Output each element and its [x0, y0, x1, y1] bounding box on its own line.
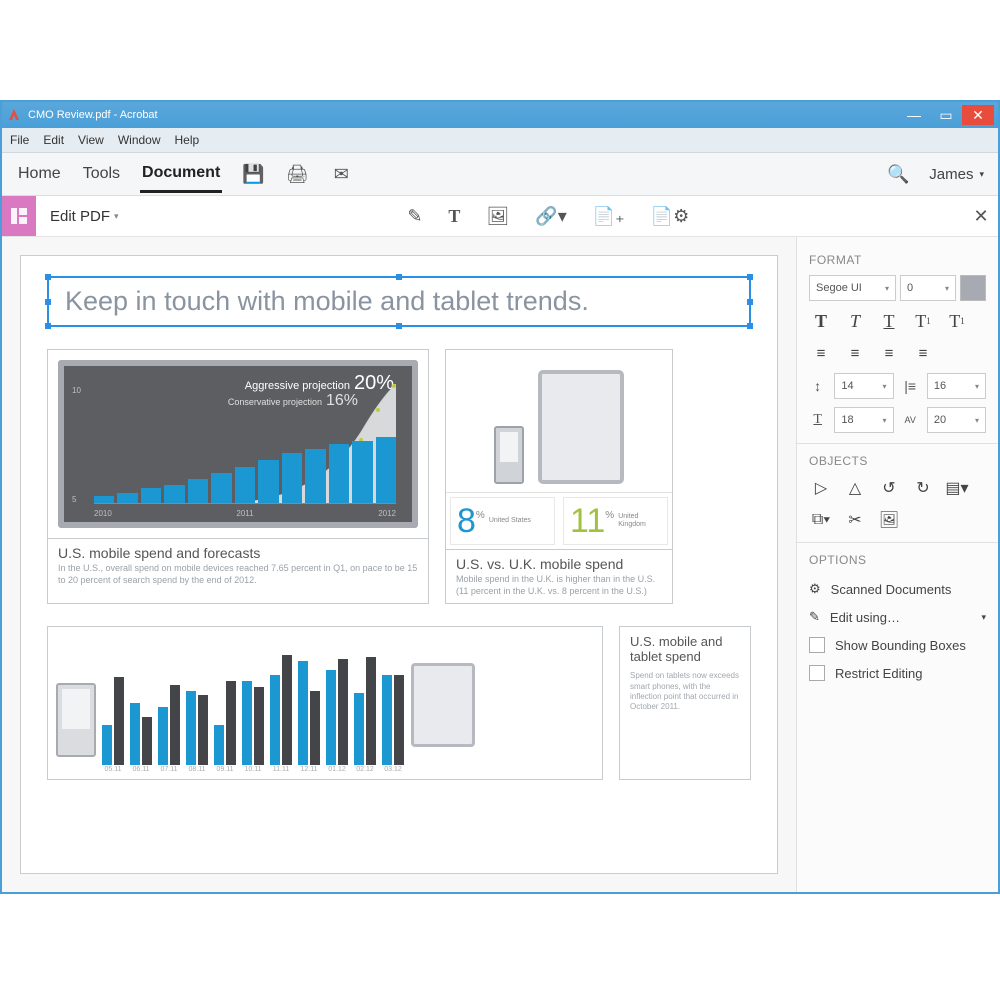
menubar: File Edit View Window Help	[2, 128, 998, 153]
align-justify-button[interactable]: ≡	[911, 341, 935, 365]
checkbox-icon[interactable]	[809, 637, 825, 653]
tab-tools[interactable]: Tools	[81, 157, 122, 191]
flip-vertical-button[interactable]: ▷	[809, 476, 833, 500]
add-image-icon[interactable]: 🖼	[486, 206, 509, 227]
mail-icon[interactable]: ✉	[328, 164, 354, 185]
align-left-button[interactable]: ≡	[809, 341, 833, 365]
replace-image-button[interactable]: 🖼	[877, 508, 901, 532]
panel3-subtitle: Spend on tablets now exceeds smart phone…	[630, 671, 740, 713]
page-settings-icon[interactable]: 📄⚙	[651, 206, 690, 227]
restrict-editing-option[interactable]: Restrict Editing	[809, 659, 986, 687]
headline-text[interactable]: Keep in touch with mobile and tablet tre…	[65, 286, 733, 317]
pencil-icon: ✎	[809, 609, 820, 625]
color-swatch[interactable]	[960, 275, 986, 301]
search-icon[interactable]: 🔍	[885, 164, 911, 185]
align-center-button[interactable]: ≡	[843, 341, 867, 365]
horizontal-scale-input[interactable]: 18▾	[834, 407, 893, 433]
edit-pdf-dropdown[interactable]: Edit PDF ▾	[36, 208, 133, 225]
crop-button[interactable]: ✂	[843, 508, 867, 532]
options-heading: OPTIONS	[809, 553, 986, 567]
line-spacing-input[interactable]: 14▾	[834, 373, 893, 399]
sub-toolbar: Edit PDF ▾ ✎ T 🖼 🔗▾ 📄₊ 📄⚙ ✕	[2, 196, 998, 237]
menu-view[interactable]: View	[78, 133, 104, 147]
main-toolbar: Home Tools Document 💾 🖨 ✉ 🔍 James ▾	[2, 153, 998, 196]
show-bounding-boxes-option[interactable]: Show Bounding Boxes	[809, 631, 986, 659]
superscript-button[interactable]: T1	[911, 309, 935, 333]
font-family-select[interactable]: Segoe UI▾	[809, 275, 896, 301]
maximize-button[interactable]: ▭	[930, 105, 962, 125]
selected-text-frame[interactable]: Keep in touch with mobile and tablet tre…	[47, 276, 751, 327]
edit-using-option[interactable]: ✎Edit using…▾	[809, 603, 986, 631]
add-page-icon[interactable]: 📄₊	[593, 206, 625, 227]
save-icon[interactable]: 💾	[240, 164, 266, 185]
panel1-title: U.S. mobile spend and forecasts	[58, 545, 418, 561]
flip-horizontal-button[interactable]: △	[843, 476, 867, 500]
panel2-title: U.S. vs. U.K. mobile spend	[456, 556, 662, 572]
panel-us-vs-uk: 8%United States 11%United Kingdom U.S. v…	[445, 349, 673, 604]
objects-heading: OBJECTS	[809, 454, 986, 468]
group-button[interactable]: ⧉▾	[809, 508, 833, 532]
paragraph-spacing-icon: |≡	[902, 378, 919, 394]
panel2-subtitle: Mobile spend in the U.K. is higher than …	[456, 574, 662, 597]
panel3-title: U.S. mobile and tablet spend	[630, 635, 740, 665]
panel-us-mobile-spend: Aggressive projection20% Conservative pr…	[47, 349, 429, 604]
document-page[interactable]: Keep in touch with mobile and tablet tre…	[20, 255, 778, 874]
chart-area-1: Aggressive projection20% Conservative pr…	[58, 360, 418, 528]
gear-icon: ⚙	[809, 581, 821, 597]
link-icon[interactable]: 🔗▾	[535, 206, 566, 227]
print-icon[interactable]: 🖨	[284, 164, 310, 185]
window-title: CMO Review.pdf - Acrobat	[28, 109, 158, 121]
close-tool-button[interactable]: ✕	[964, 206, 998, 227]
menu-help[interactable]: Help	[175, 133, 200, 147]
tab-document[interactable]: Document	[140, 156, 222, 193]
edit-text-icon[interactable]: ✎	[407, 206, 422, 227]
line-spacing-icon: ↕	[809, 378, 826, 394]
page-area: Keep in touch with mobile and tablet tre…	[2, 237, 796, 892]
tab-home[interactable]: Home	[16, 157, 63, 191]
rotate-cw-button[interactable]: ↻	[911, 476, 935, 500]
menu-window[interactable]: Window	[118, 133, 161, 147]
add-text-icon[interactable]: T	[448, 206, 460, 227]
horizontal-scale-icon: T	[809, 412, 826, 428]
align-right-button[interactable]: ≡	[877, 341, 901, 365]
titlebar: CMO Review.pdf - Acrobat — ▭ ✕	[2, 102, 998, 128]
app-logo-icon	[6, 107, 22, 123]
scanned-documents-option[interactable]: ⚙Scanned Documents	[809, 575, 986, 603]
minimize-button[interactable]: —	[898, 105, 930, 125]
arrange-button[interactable]: ▤▾	[945, 476, 969, 500]
italic-button[interactable]: T	[843, 309, 867, 333]
kerning-input[interactable]: 20▾	[927, 407, 986, 433]
paragraph-spacing-input[interactable]: 16▾	[927, 373, 986, 399]
subscript-button[interactable]: T1	[945, 309, 969, 333]
panel-mobile-tablet-text: U.S. mobile and tablet spend Spend on ta…	[619, 626, 751, 780]
menu-edit[interactable]: Edit	[43, 133, 64, 147]
menu-file[interactable]: File	[10, 133, 29, 147]
underline-button[interactable]: T	[877, 309, 901, 333]
rotate-ccw-button[interactable]: ↺	[877, 476, 901, 500]
kerning-icon: AV	[902, 415, 919, 425]
phone-icon	[56, 683, 96, 757]
tablet-icon	[411, 663, 475, 747]
phone-icon	[494, 426, 524, 484]
user-menu[interactable]: James ▾	[929, 166, 984, 183]
tablet-icon	[538, 370, 624, 484]
format-sidebar: FORMAT Segoe UI▾ 0▾ T T T T1 T1 ≡ ≡ ≡ ≡ …	[796, 237, 998, 892]
tool-mode-icon[interactable]	[2, 196, 36, 236]
bold-button[interactable]: T	[809, 309, 833, 333]
panel-mobile-tablet-chart: 05.11 06.11 07.11 08.11 09.11 10.11 11.1…	[47, 626, 603, 780]
panel1-subtitle: In the U.S., overall spend on mobile dev…	[58, 563, 418, 586]
checkbox-icon[interactable]	[809, 665, 825, 681]
font-size-select[interactable]: 0▾	[900, 275, 956, 301]
window-close-button[interactable]: ✕	[962, 105, 994, 125]
format-heading: FORMAT	[809, 253, 986, 267]
